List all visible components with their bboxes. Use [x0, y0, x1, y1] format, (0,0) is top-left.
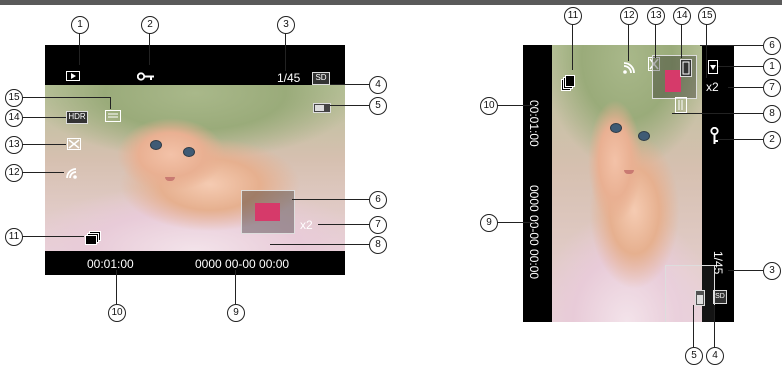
video-timecode: 00:01:00 [527, 100, 541, 147]
top-bar [0, 0, 782, 5]
date-time: 0000 00-00 00:00 [527, 185, 541, 280]
date-time: 0000 00-00 00:00 [195, 257, 290, 271]
callout-10: 10 [108, 304, 126, 322]
callout-6: 6 [763, 37, 781, 55]
burst-icon [561, 75, 575, 94]
callout-8: 8 [763, 105, 781, 123]
callout-13: 13 [5, 136, 23, 154]
callout-9: 9 [480, 214, 498, 232]
film-play-icon [708, 60, 718, 77]
zoom-area-indicator [255, 203, 280, 221]
callout-2: 2 [763, 131, 781, 149]
callout-7: 7 [369, 216, 387, 234]
baby-eye [610, 123, 622, 133]
callout-11: 11 [564, 7, 582, 25]
sd-card-badge: SD [312, 72, 330, 85]
callout-8: 8 [369, 236, 387, 254]
baby-mouth [165, 177, 175, 181]
image-counter: 1/45 [277, 71, 301, 85]
callout-5: 5 [369, 97, 387, 115]
callout-4: 4 [706, 347, 724, 365]
callout-6: 6 [369, 191, 387, 209]
callout-15: 15 [5, 89, 23, 107]
callout-15: 15 [698, 7, 716, 25]
callout-5: 5 [685, 347, 703, 365]
callout-1: 1 [763, 58, 781, 76]
key-icon [136, 72, 155, 84]
callout-3: 3 [763, 262, 781, 280]
callout-14: 14 [5, 109, 23, 127]
sd-card-badge: SD [713, 290, 727, 304]
callout-7: 7 [763, 79, 781, 97]
zoom-level: x2 [706, 80, 719, 94]
key-icon [710, 126, 719, 148]
callout-4: 4 [369, 76, 387, 94]
callout-12: 12 [5, 164, 23, 182]
burst-icon [85, 231, 101, 248]
callout-14: 14 [673, 7, 691, 25]
callout-3: 3 [277, 16, 295, 34]
wifi-icon [622, 61, 636, 78]
baby-eye [638, 131, 650, 141]
callout-11: 11 [5, 228, 23, 246]
flash-off-icon [67, 138, 81, 153]
baby-mouth [624, 170, 634, 174]
callout-1: 1 [71, 16, 89, 34]
zoom-level: x2 [300, 218, 313, 232]
hdr-badge: HDR [66, 111, 88, 124]
portrait-screen: 00:01:00 0000 00-00 00:00 1/45 SD x2 [523, 45, 734, 322]
video-timecode: 00:01:00 [87, 257, 134, 271]
hdr-badge [680, 59, 692, 77]
image-size-icon [105, 110, 121, 125]
wifi-icon [65, 167, 81, 182]
battery-icon [313, 103, 331, 113]
callout-12: 12 [620, 7, 638, 25]
zoom-area-indicator [665, 70, 681, 92]
landscape-screen: 1/45 SD HDR x2 00:01:00 0000 00-00 00:00 [45, 45, 345, 275]
baby-eye [150, 140, 162, 150]
status-overlay-box [665, 265, 715, 322]
callout-2: 2 [141, 16, 159, 34]
callout-13: 13 [647, 7, 665, 25]
zoom-navigator [241, 190, 295, 234]
callout-10: 10 [480, 97, 498, 115]
baby-eye [183, 147, 195, 157]
film-play-icon [66, 71, 80, 84]
callout-9: 9 [227, 304, 245, 322]
